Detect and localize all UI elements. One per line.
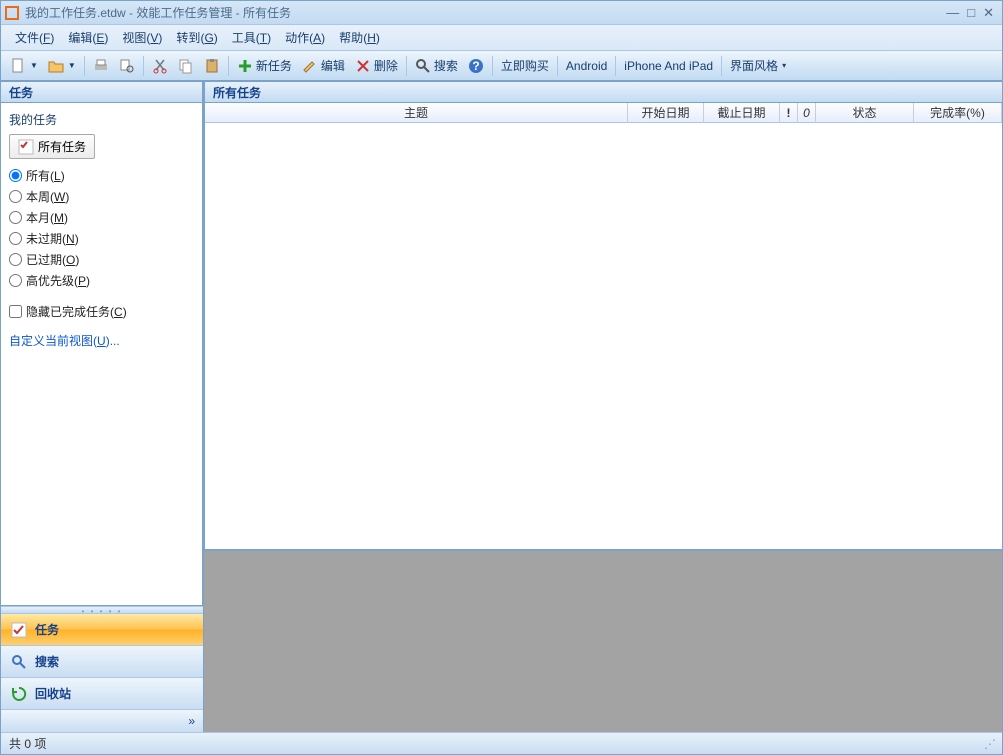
delete-button[interactable]: 删除	[350, 54, 403, 77]
col-start-date[interactable]: 开始日期	[628, 103, 704, 123]
nav-splitter[interactable]: • • • • •	[1, 606, 203, 614]
new-file-button[interactable]: ▼	[5, 55, 43, 77]
sidebar-header: 任务	[1, 81, 203, 103]
nav-search[interactable]: 搜索	[1, 646, 203, 678]
radio-this-week[interactable]: 本周(W)	[9, 186, 194, 207]
nav-recycle[interactable]: 回收站	[1, 678, 203, 710]
sidebar-content: 我的任务 所有任务 所有(L) 本周(W) 本月(M) 未过期(N) 已过期(O…	[1, 103, 203, 606]
window-controls: — □ ✕	[946, 5, 998, 21]
open-button[interactable]: ▼	[43, 55, 81, 77]
grid-body[interactable]	[205, 123, 1002, 549]
statusbar: 共 0 项 ⋰	[1, 732, 1002, 754]
cut-button[interactable]	[147, 55, 173, 77]
new-task-button[interactable]: 新任务	[232, 54, 297, 77]
print-button[interactable]	[88, 55, 114, 77]
content-area: 所有任务 主题 开始日期 截止日期 ! 0 状态 完成率(%)	[204, 81, 1002, 732]
col-subject[interactable]: 主题	[205, 103, 628, 123]
menu-edit[interactable]: 编辑(E)	[62, 26, 114, 49]
ui-style-button[interactable]: 界面风格▾	[725, 54, 791, 77]
menu-action[interactable]: 动作(A)	[279, 26, 331, 49]
nav-tasks[interactable]: 任务	[1, 614, 203, 646]
menu-tools[interactable]: 工具(T)	[226, 26, 277, 49]
search-button[interactable]: 搜索	[410, 54, 463, 77]
android-button[interactable]: Android	[561, 56, 612, 76]
buy-now-button[interactable]: 立即购买	[496, 54, 554, 77]
all-tasks-tab[interactable]: 所有任务	[9, 134, 95, 159]
edit-button[interactable]: 编辑	[297, 54, 350, 77]
detail-pane	[204, 550, 1002, 732]
radio-all[interactable]: 所有(L)	[9, 165, 194, 186]
recycle-icon	[11, 686, 27, 702]
content-header: 所有任务	[204, 81, 1002, 103]
menu-file[interactable]: 文件(F)	[9, 26, 60, 49]
hide-completed-checkbox[interactable]: 隐藏已完成任务(C)	[9, 301, 194, 322]
radio-overdue[interactable]: 已过期(O)	[9, 249, 194, 270]
help-button[interactable]: ?	[463, 55, 489, 77]
svg-text:?: ?	[472, 59, 479, 73]
print-preview-button[interactable]	[114, 55, 140, 77]
task-grid: 主题 开始日期 截止日期 ! 0 状态 完成率(%)	[204, 103, 1002, 550]
col-priority-flag[interactable]: !	[780, 103, 798, 123]
radio-this-month[interactable]: 本月(M)	[9, 207, 194, 228]
maximize-button[interactable]: □	[967, 5, 975, 21]
nav-overflow-button[interactable]: »	[1, 710, 203, 732]
copy-button[interactable]	[173, 55, 199, 77]
col-status[interactable]: 状态	[816, 103, 914, 123]
titlebar[interactable]: 我的工作任务.etdw - 效能工作任务管理 - 所有任务 — □ ✕	[1, 1, 1002, 25]
tasks-icon	[11, 622, 27, 638]
my-tasks-label: 我的任务	[9, 107, 194, 132]
col-end-date[interactable]: 截止日期	[704, 103, 780, 123]
window-title: 我的工作任务.etdw - 效能工作任务管理 - 所有任务	[25, 4, 291, 21]
main-area: 任务 我的任务 所有任务 所有(L) 本周(W) 本月(M) 未过期(N) 已过…	[1, 81, 1002, 732]
menubar: 文件(F) 编辑(E) 视图(V) 转到(G) 工具(T) 动作(A) 帮助(H…	[1, 25, 1002, 51]
nav-buttons: 任务 搜索 回收站	[1, 614, 203, 710]
paste-button[interactable]	[199, 55, 225, 77]
menu-view[interactable]: 视图(V)	[116, 26, 168, 49]
menu-help[interactable]: 帮助(H)	[333, 26, 386, 49]
radio-high-priority[interactable]: 高优先级(P)	[9, 270, 194, 291]
sidebar: 任务 我的任务 所有任务 所有(L) 本周(W) 本月(M) 未过期(N) 已过…	[1, 81, 204, 732]
col-complete-pct[interactable]: 完成率(%)	[914, 103, 1002, 123]
checklist-icon	[18, 139, 34, 155]
close-button[interactable]: ✕	[983, 5, 994, 21]
iphone-ipad-button[interactable]: iPhone And iPad	[619, 56, 718, 76]
resize-grip[interactable]: ⋰	[984, 737, 994, 751]
col-attachment-flag[interactable]: 0	[798, 103, 816, 123]
toolbar: ▼ ▼ 新任务 编辑 删除 搜索 ? 立即购买 Android iPhone A…	[1, 51, 1002, 81]
search-icon	[11, 654, 27, 670]
app-icon	[5, 6, 19, 20]
radio-not-overdue[interactable]: 未过期(N)	[9, 228, 194, 249]
status-text: 共 0 项	[9, 735, 46, 752]
customize-view-link[interactable]: 自定义当前视图(U)...	[9, 334, 120, 348]
menu-goto[interactable]: 转到(G)	[170, 26, 223, 49]
app-window: 我的工作任务.etdw - 效能工作任务管理 - 所有任务 — □ ✕ 文件(F…	[0, 0, 1003, 755]
filter-radio-list: 所有(L) 本周(W) 本月(M) 未过期(N) 已过期(O) 高优先级(P)	[9, 165, 194, 291]
minimize-button[interactable]: —	[946, 5, 959, 21]
grid-header-row: 主题 开始日期 截止日期 ! 0 状态 完成率(%)	[205, 103, 1002, 123]
